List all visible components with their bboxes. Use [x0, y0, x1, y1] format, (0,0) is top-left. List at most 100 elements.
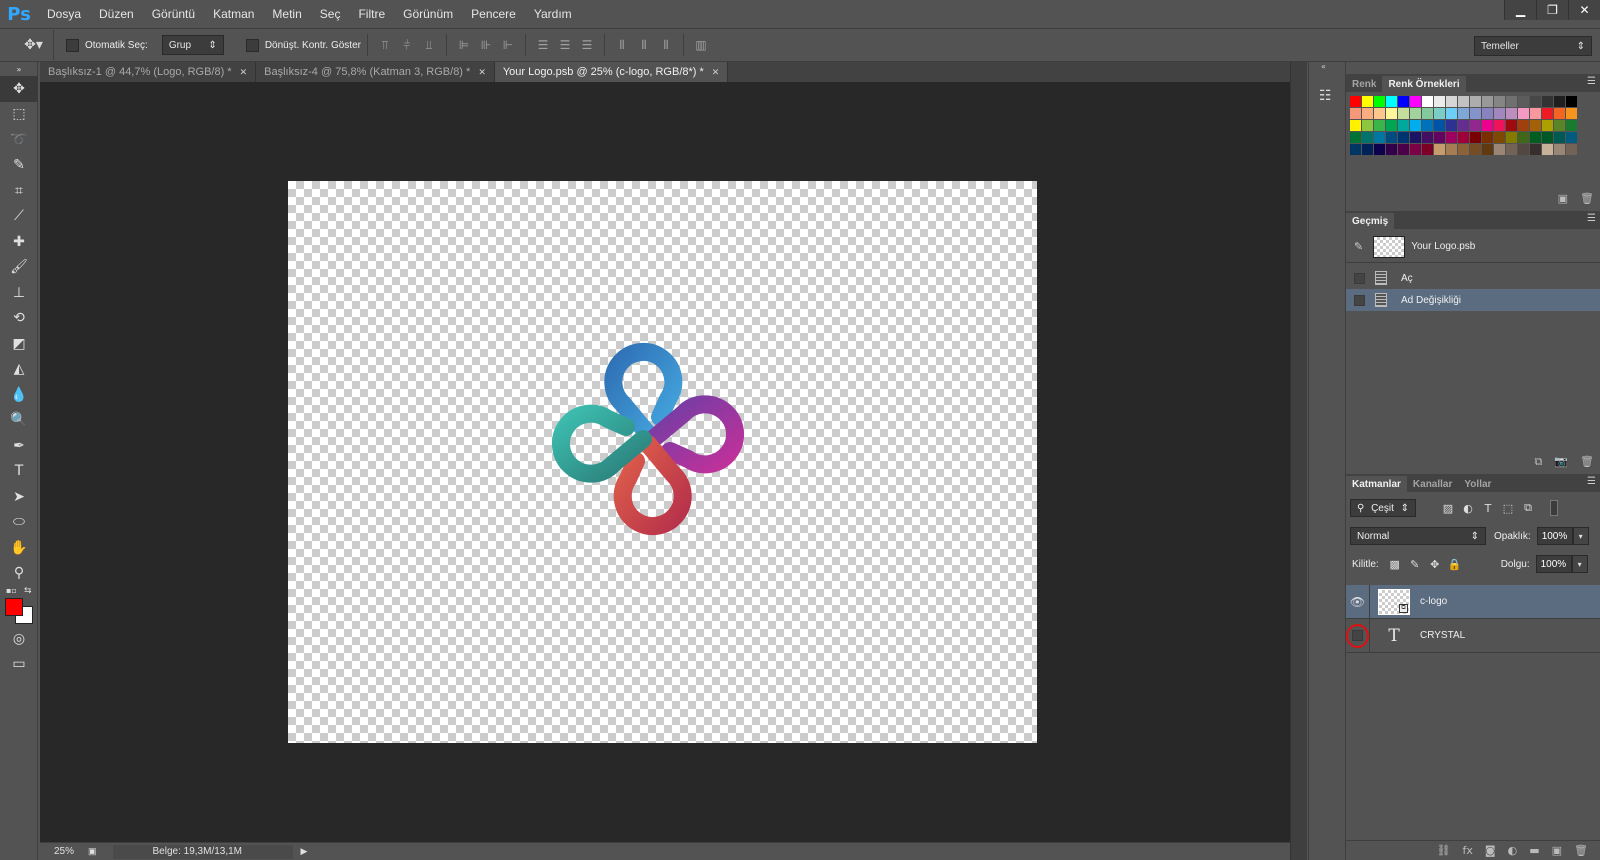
color-swatch[interactable] [1410, 132, 1421, 143]
tab-color[interactable]: Renk [1346, 76, 1382, 92]
color-swatch[interactable] [1410, 144, 1421, 155]
color-swatch[interactable] [1566, 144, 1577, 155]
swap-colors-icon[interactable]: ⇆ [24, 586, 32, 596]
eraser-tool-icon[interactable]: ◩ [0, 331, 38, 357]
close-tab-icon[interactable]: ✕ [478, 67, 486, 78]
default-colors-icon[interactable]: ▪▫ [6, 586, 17, 595]
paint-bucket-tool-icon[interactable]: ◭ [0, 357, 38, 383]
move-tool-icon[interactable]: ✥ [0, 76, 38, 102]
color-swatch[interactable] [1530, 120, 1541, 131]
history-brush-tool-icon[interactable]: ⟲ [0, 306, 38, 332]
color-swatch[interactable] [1542, 120, 1553, 131]
color-swatch[interactable] [1566, 96, 1577, 107]
color-swatch[interactable] [1458, 108, 1469, 119]
color-swatch[interactable] [1398, 108, 1409, 119]
opacity-field[interactable]: 100% [1536, 527, 1573, 545]
color-swatch[interactable] [1482, 132, 1493, 143]
foreground-color-swatch[interactable] [5, 598, 23, 616]
tab-document-4[interactable]: Başlıksız-4 @ 75,8% (Katman 3, RGB/8) * … [256, 62, 495, 82]
color-swatch[interactable] [1410, 96, 1421, 107]
menu-help[interactable]: Yardım [525, 0, 581, 28]
color-swatch[interactable] [1470, 120, 1481, 131]
color-swatch[interactable] [1542, 144, 1553, 155]
tab-document-1[interactable]: Başlıksız-1 @ 44,7% (Logo, RGB/8) * ✕ [40, 62, 257, 82]
color-swatch[interactable] [1350, 120, 1361, 131]
type-tool-icon[interactable]: T [0, 459, 38, 485]
history-snapshot[interactable]: ✎ Your Logo.psb [1346, 231, 1600, 263]
color-swatch[interactable] [1566, 108, 1577, 119]
status-menu-arrow-icon[interactable]: ▶ [301, 846, 308, 857]
align-bottom-icon[interactable]: ⫫ [418, 35, 440, 55]
color-swatch[interactable] [1530, 96, 1541, 107]
color-swatch[interactable] [1458, 96, 1469, 107]
path-select-tool-icon[interactable]: ➤ [0, 484, 38, 510]
new-group-icon[interactable]: ▬ [1529, 844, 1539, 857]
trash-icon[interactable]: 🗑 [1580, 455, 1594, 469]
hidden-visibility-icon[interactable] [1352, 630, 1363, 641]
color-swatch[interactable] [1434, 144, 1445, 155]
color-swatch[interactable] [1518, 132, 1529, 143]
color-swatch[interactable] [1530, 108, 1541, 119]
menu-file[interactable]: Dosya [38, 0, 90, 28]
distribute-right-icon[interactable]: ⫴ [655, 35, 677, 55]
color-swatch[interactable] [1422, 132, 1433, 143]
collapse-toolbar-icon[interactable]: » [0, 62, 38, 76]
color-swatch[interactable] [1494, 132, 1505, 143]
layer-filter-dropdown[interactable]: ⚲ Çeşit ⇕ [1350, 499, 1416, 517]
color-swatch[interactable] [1506, 108, 1517, 119]
filter-shape-icon[interactable]: ⬚ [1498, 502, 1518, 515]
auto-align-icon[interactable]: ▥ [690, 35, 712, 55]
color-swatch[interactable] [1386, 96, 1397, 107]
layer-name[interactable]: CRYSTAL [1420, 630, 1465, 641]
color-swatch[interactable] [1542, 132, 1553, 143]
new-swatch-icon[interactable]: ▣ [1558, 192, 1568, 205]
color-swatch[interactable] [1362, 120, 1373, 131]
history-step-rename[interactable]: Ad Değişikliği [1346, 289, 1600, 311]
pen-tool-icon[interactable]: ✒ [0, 433, 38, 459]
auto-select-option[interactable]: Otomatik Seç: [66, 38, 148, 52]
color-swatch[interactable] [1518, 108, 1529, 119]
tab-layers[interactable]: Katmanlar [1346, 476, 1407, 492]
tab-swatches[interactable]: Renk Örnekleri [1382, 76, 1466, 92]
crop-tool-icon[interactable]: ⌗ [0, 178, 38, 204]
close-button[interactable]: ✕ [1568, 0, 1600, 20]
history-step-checkbox[interactable] [1354, 272, 1365, 284]
distribute-vcenter-icon[interactable]: ☰ [554, 35, 576, 55]
align-right-icon[interactable]: ⊩ [497, 35, 519, 55]
color-swatch[interactable] [1494, 108, 1505, 119]
status-icon[interactable]: ▣ [88, 846, 97, 857]
fill-field[interactable]: 100% [1535, 555, 1572, 573]
close-tab-icon[interactable]: ✕ [240, 67, 248, 78]
color-swatch[interactable] [1374, 132, 1385, 143]
move-tool-preset-icon[interactable]: ✥▾ [14, 30, 54, 60]
transform-controls-checkbox[interactable] [245, 38, 259, 52]
workspace-dropdown[interactable]: Temeller ⇕ [1474, 36, 1592, 56]
color-swatch[interactable] [1506, 132, 1517, 143]
color-swatch[interactable] [1374, 120, 1385, 131]
panel-menu-icon[interactable]: ☰ [1587, 213, 1596, 224]
distribute-top-icon[interactable]: ☰ [532, 35, 554, 55]
distribute-left-icon[interactable]: ⫴ [611, 35, 633, 55]
restore-button[interactable]: ❐ [1536, 0, 1568, 20]
color-swatch[interactable] [1566, 132, 1577, 143]
align-left-icon[interactable]: ⊫ [453, 35, 475, 55]
filter-toggle[interactable] [1550, 500, 1558, 516]
layer-crystal[interactable]: T CRYSTAL [1346, 618, 1600, 653]
menu-select[interactable]: Seç [311, 0, 350, 28]
filter-pixel-icon[interactable]: ▨ [1438, 502, 1458, 515]
menu-filter[interactable]: Filtre [349, 0, 394, 28]
color-swatch[interactable] [1494, 144, 1505, 155]
new-document-from-state-icon[interactable]: ⧉ [1534, 455, 1542, 469]
color-swatch[interactable] [1518, 96, 1529, 107]
history-step-checkbox[interactable] [1354, 294, 1365, 306]
color-swatch[interactable] [1350, 144, 1361, 155]
visibility-toggle[interactable] [1346, 618, 1370, 653]
color-swatch[interactable] [1386, 144, 1397, 155]
color-swatch[interactable] [1458, 120, 1469, 131]
color-swatch[interactable] [1506, 120, 1517, 131]
color-swatch[interactable] [1506, 144, 1517, 155]
color-swatch[interactable] [1530, 144, 1541, 155]
menu-layer[interactable]: Katman [204, 0, 263, 28]
add-mask-icon[interactable]: ◙ [1485, 844, 1496, 857]
brush-tool-icon[interactable]: 🖌 [0, 255, 38, 281]
